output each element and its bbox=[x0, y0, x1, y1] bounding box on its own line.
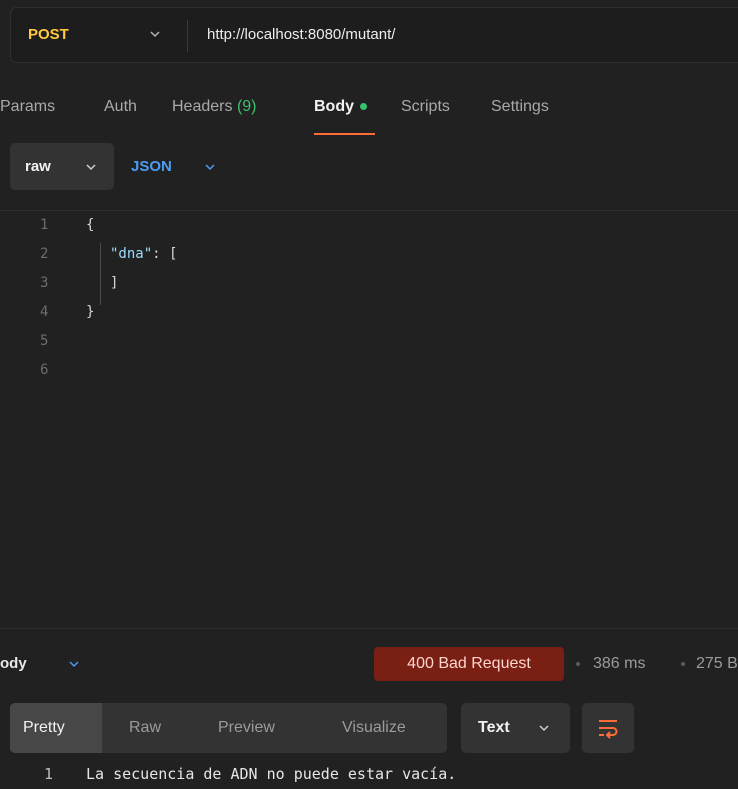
url-divider bbox=[187, 20, 188, 52]
tab-headers[interactable]: Headers (9) bbox=[172, 98, 257, 116]
chevron-down-icon bbox=[539, 725, 549, 732]
chevron-down-icon bbox=[86, 164, 96, 171]
code-line: { bbox=[86, 217, 95, 233]
response-section-label[interactable]: ody bbox=[0, 655, 27, 672]
response-type-select[interactable]: Text bbox=[461, 703, 570, 753]
code-line: } bbox=[86, 304, 95, 320]
body-language-select[interactable]: JSON bbox=[131, 158, 172, 175]
status-badge[interactable]: 400 Bad Request bbox=[374, 647, 564, 681]
separator-dot bbox=[681, 662, 685, 666]
view-tab-visualize[interactable]: Visualize bbox=[342, 719, 406, 737]
method-select[interactable]: POST bbox=[28, 26, 69, 43]
response-size[interactable]: 275 B bbox=[696, 655, 738, 673]
response-text[interactable]: La secuencia de ADN no puede estar vacía… bbox=[86, 765, 456, 783]
request-url-bar: POST http://localhost:8080/mutant/ bbox=[10, 7, 738, 63]
tab-scripts[interactable]: Scripts bbox=[401, 98, 450, 116]
url-input[interactable]: http://localhost:8080/mutant/ bbox=[207, 26, 395, 43]
line-number: 1 bbox=[40, 217, 49, 233]
line-number: 4 bbox=[40, 304, 49, 320]
line-number: 2 bbox=[40, 246, 49, 262]
tab-auth[interactable]: Auth bbox=[104, 98, 137, 116]
tab-headers-label: Headers bbox=[172, 98, 233, 115]
code-editor[interactable]: 1 2 3 4 5 6 { "dna": [ ] } bbox=[0, 213, 738, 623]
response-time[interactable]: 386 ms bbox=[593, 655, 645, 673]
chevron-down-icon[interactable] bbox=[204, 161, 216, 173]
headers-count: (9) bbox=[236, 98, 257, 115]
view-tab-pretty[interactable]: Pretty bbox=[23, 719, 65, 737]
view-tab-raw[interactable]: Raw bbox=[129, 719, 161, 737]
response-divider[interactable] bbox=[0, 628, 738, 629]
response-view-bar: Pretty Raw Preview Visualize Text bbox=[0, 703, 738, 753]
view-tab-preview[interactable]: Preview bbox=[218, 719, 275, 737]
tab-settings[interactable]: Settings bbox=[491, 98, 549, 116]
active-tab-underline bbox=[314, 133, 375, 135]
response-type-label: Text bbox=[478, 719, 510, 736]
code-line: "dna": [ bbox=[110, 246, 177, 262]
json-key: "dna" bbox=[110, 246, 153, 262]
tab-params[interactable]: Params bbox=[0, 98, 55, 116]
chevron-down-icon[interactable] bbox=[149, 28, 161, 40]
code-line: ] bbox=[110, 275, 119, 291]
tab-body[interactable]: Body bbox=[314, 98, 367, 116]
tab-body-label: Body bbox=[314, 98, 354, 115]
divider bbox=[0, 210, 738, 211]
separator-dot bbox=[576, 662, 580, 666]
line-number: 6 bbox=[40, 362, 49, 378]
wrap-lines-button[interactable] bbox=[582, 703, 634, 753]
json-punct: : [ bbox=[152, 246, 178, 262]
body-mode-label: raw bbox=[25, 158, 51, 175]
body-indicator-dot bbox=[360, 103, 367, 111]
indent-guide bbox=[100, 243, 101, 305]
body-mode-select[interactable]: raw bbox=[10, 143, 114, 190]
line-number: 5 bbox=[40, 333, 49, 349]
chevron-down-icon[interactable] bbox=[68, 658, 80, 670]
line-number: 3 bbox=[40, 275, 49, 291]
response-line-number: 1 bbox=[44, 765, 54, 783]
wrap-lines-icon bbox=[599, 720, 618, 739]
